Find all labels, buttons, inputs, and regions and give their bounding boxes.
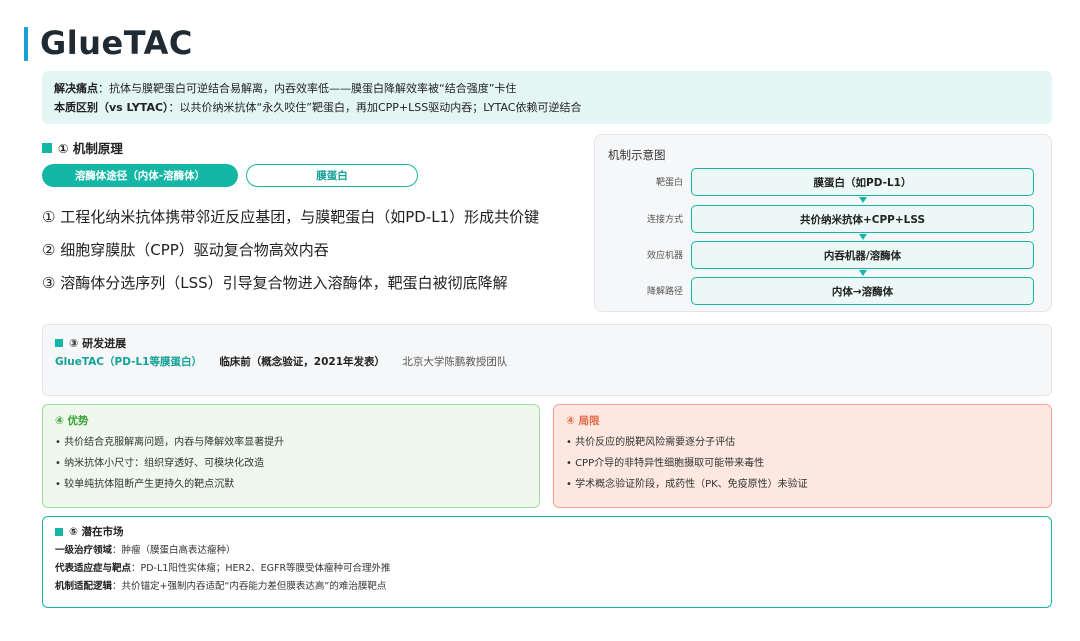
list-item: • 纳米抗体小尺寸：组织穿透好、可模块化改造 (55, 458, 265, 469)
progress-name: GlueTAC（PD-L1等膜蛋白） (55, 356, 202, 368)
market-heading: ⑤ 潜在市场 (55, 524, 1039, 539)
market-line: 代表适应症与靶点：PD-L1阳性实体瘤；HER2、EGFR等膜受体瘤种可合理外推 (55, 560, 1039, 578)
pain-point-line: 解决痛点：抗体与膜靶蛋白可逆结合易解离，内吞效率低——膜蛋白降解效率被“结合强度… (54, 79, 1040, 98)
progress-stage: 临床前（概念验证，2021年发表） (219, 356, 386, 368)
advantages-heading: ④ 优势 (55, 415, 89, 427)
market-line-text: ：PD-L1阳性实体瘤；HER2、EGFR等膜受体瘤种可合理外推 (131, 563, 391, 574)
diagram-row-box: 共价纳米抗体+CPP+LSS (691, 205, 1034, 233)
diagram-row-label: 效应机器 (646, 251, 683, 261)
mechanism-point: ③ 溶酶体分选序列（LSS）引导复合物进入溶酶体，靶蛋白被彻底降解 (42, 274, 508, 292)
arrow-down-icon (859, 197, 867, 203)
diagram-row-linker: 连接方式 共价纳米抗体+CPP+LSS (595, 205, 1053, 233)
tab-membrane-protein[interactable]: 膜蛋白 (246, 164, 418, 187)
progress-section: ③ 研发进展 GlueTAC（PD-L1等膜蛋白） 临床前（概念验证，2021年… (42, 324, 1052, 396)
market-section: ⑤ 潜在市场 一级治疗领域：肿瘤（膜蛋白高表达瘤种） 代表适应症与靶点：PD-L… (42, 516, 1052, 608)
square-bullet-icon (55, 527, 63, 536)
market-line-text: ：肿瘤（膜蛋白高表达瘤种） (112, 545, 236, 556)
pain-point-label: 解决痛点 (54, 82, 98, 95)
progress-team: 北京大学陈鹏教授团队 (402, 356, 508, 368)
arrow-down-icon (859, 234, 867, 240)
arrow-down-icon (859, 270, 867, 276)
mechanism-section: ① 机制原理 溶酶体途径（内体-溶酶体） 膜蛋白 ① 工程化纳米抗体携带邻近反应… (42, 138, 582, 300)
market-heading-text: ⑤ 潜在市场 (69, 526, 124, 538)
market-line-label: 机制适配逻辑 (55, 581, 113, 592)
advantages-card: ④ 优势 • 共价结合克服解离问题，内吞与降解效率显著提升 • 纳米抗体小尺寸：… (42, 404, 540, 508)
limitations-heading: ④ 局限 (566, 415, 600, 427)
mechanism-heading-text: ① 机制原理 (58, 141, 123, 156)
difference-text: ：以共价纳米抗体“永久咬住”靶蛋白，再加CPP+LSS驱动内吞；LYTAC依赖可… (168, 101, 582, 114)
diagram-row-box: 膜蛋白（如PD-L1） (691, 168, 1034, 196)
mechanism-heading: ① 机制原理 (42, 138, 582, 157)
list-item: • 共价结合克服解离问题，内吞与降解效率显著提升 (55, 437, 285, 448)
list-item: • CPP介导的非特异性细胞摄取可能带来毒性 (566, 458, 765, 469)
title-accent-bar (24, 27, 28, 61)
difference-line: 本质区别（vs LYTAC）：以共价纳米抗体“永久咬住”靶蛋白，再加CPP+LS… (54, 98, 1040, 117)
market-line: 一级治疗领域：肿瘤（膜蛋白高表达瘤种） (55, 542, 1039, 560)
diagram-row-label: 降解路径 (646, 287, 683, 297)
list-item: • 较单纯抗体阻断产生更持久的靶点沉默 (55, 479, 235, 490)
mechanism-points: ① 工程化纳米抗体携带邻近反应基团，与膜靶蛋白（如PD-L1）形成共价键 ② 细… (42, 201, 582, 300)
diagram-row-target: 靶蛋白 膜蛋白（如PD-L1） (595, 168, 1053, 196)
tab-lysosome-pathway[interactable]: 溶酶体途径（内体-溶酶体） (42, 164, 238, 187)
market-line-label: 代表适应症与靶点 (55, 563, 132, 574)
diagram-row-route: 降解路径 内体→溶酶体 (595, 277, 1053, 305)
market-line: 机制适配逻辑：共价锚定+强制内吞适配“内吞能力差但膜表达高”的难治膜靶点 (55, 578, 1039, 596)
mechanism-point: ① 工程化纳米抗体携带邻近反应基团，与膜靶蛋白（如PD-L1）形成共价键 (42, 208, 540, 226)
diagram-row-box: 内吞机器/溶酶体 (691, 241, 1034, 269)
list-item: • 学术概念验证阶段，成药性（PK、免疫原性）未验证 (566, 479, 808, 490)
diagram-row-label: 连接方式 (646, 215, 683, 225)
mechanism-tabs: 溶酶体途径（内体-溶酶体） 膜蛋白 (42, 164, 582, 187)
list-item: • 共价反应的脱靶风险需要逐分子评估 (566, 437, 736, 448)
progress-line: GlueTAC（PD-L1等膜蛋白） 临床前（概念验证，2021年发表） 北京大… (55, 354, 1039, 369)
limitations-card: ④ 局限 • 共价反应的脱靶风险需要逐分子评估 • CPP介导的非特异性细胞摄取… (553, 404, 1052, 508)
diagram-row-box: 内体→溶酶体 (691, 277, 1034, 305)
mechanism-point: ② 细胞穿膜肽（CPP）驱动复合物高效内吞 (42, 241, 329, 259)
difference-label: 本质区别（vs LYTAC） (54, 101, 169, 114)
diagram-row-label: 靶蛋白 (655, 178, 683, 188)
mechanism-diagram: 机制示意图 靶蛋白 膜蛋白（如PD-L1） 连接方式 共价纳米抗体+CPP+LS… (594, 134, 1052, 312)
square-bullet-icon (42, 142, 52, 153)
progress-heading: ③ 研发进展 (55, 335, 1039, 351)
page-title: GlueTAC (40, 24, 193, 62)
limitations-list: • 共价反应的脱靶风险需要逐分子评估 • CPP介导的非特异性细胞摄取可能带来毒… (566, 432, 1039, 495)
progress-heading-text: ③ 研发进展 (69, 337, 127, 350)
summary-panel: 解决痛点：抗体与膜靶蛋白可逆结合易解离，内吞效率低——膜蛋白降解效率被“结合强度… (42, 71, 1052, 124)
pain-point-text: ：抗体与膜靶蛋白可逆结合易解离，内吞效率低——膜蛋白降解效率被“结合强度”卡住 (98, 82, 517, 95)
market-line-label: 一级治疗领域 (55, 545, 113, 556)
market-line-text: ：共价锚定+强制内吞适配“内吞能力差但膜表达高”的难治膜靶点 (112, 581, 387, 592)
diagram-row-effector: 效应机器 内吞机器/溶酶体 (595, 241, 1053, 269)
advantages-list: • 共价结合克服解离问题，内吞与降解效率显著提升 • 纳米抗体小尺寸：组织穿透好… (55, 432, 527, 495)
square-bullet-icon (55, 339, 63, 347)
diagram-title: 机制示意图 (608, 148, 666, 162)
